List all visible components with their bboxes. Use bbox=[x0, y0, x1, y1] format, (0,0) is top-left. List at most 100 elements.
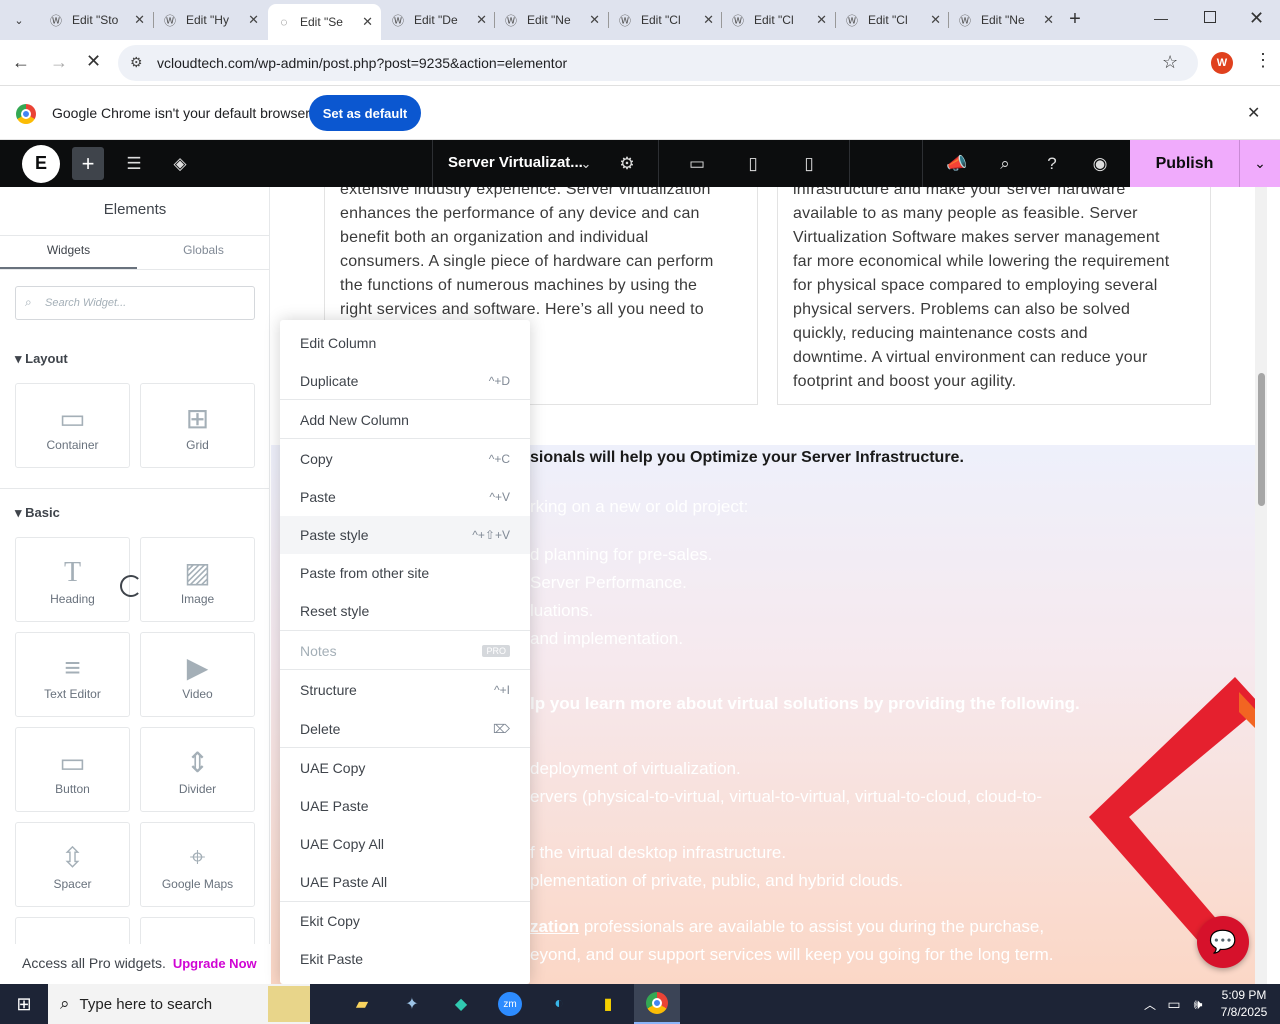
tab-globals[interactable]: Globals bbox=[137, 243, 270, 257]
widget-text-editor[interactable]: ≡ Text Editor bbox=[15, 632, 130, 717]
browser-tab[interactable]: Ⓦ Edit "Ne ✕ bbox=[495, 6, 608, 34]
browser-tab[interactable]: Ⓦ Edit "Hy ✕ bbox=[154, 6, 267, 34]
document-title[interactable]: Server Virtualizat... bbox=[448, 154, 583, 171]
context-menu-item[interactable]: Add New Column bbox=[280, 401, 530, 439]
basic-section-toggle[interactable]: ▾ Basic bbox=[15, 505, 60, 521]
whats-new-megaphone-icon[interactable]: 📣 bbox=[942, 140, 972, 187]
tray-chevron-up-icon[interactable]: ︿ bbox=[1138, 988, 1162, 1020]
browser-tab[interactable]: Ⓦ Edit "Cl ✕ bbox=[609, 6, 722, 34]
elementor-logo-icon[interactable]: E bbox=[22, 140, 60, 187]
edge-icon[interactable]: ◐ bbox=[539, 988, 579, 1020]
browser-tab[interactable]: Ⓦ Edit "Sto ✕ bbox=[40, 6, 153, 34]
tab-close-icon[interactable]: ✕ bbox=[589, 12, 600, 28]
tab-close-icon[interactable]: ✕ bbox=[476, 12, 487, 28]
tab-close-icon[interactable]: ✕ bbox=[248, 12, 259, 28]
context-menu-item[interactable]: Structure ^+I bbox=[280, 671, 530, 709]
widget-heading[interactable]: T Heading bbox=[15, 537, 130, 622]
stop-loading-icon[interactable]: ✕ bbox=[86, 51, 101, 72]
context-menu-item[interactable]: UAE Copy bbox=[280, 749, 530, 787]
new-tab-button[interactable]: + bbox=[1064, 8, 1086, 30]
preview-eye-icon[interactable]: ◉ bbox=[1085, 140, 1115, 187]
structure-layers-icon[interactable]: ◈ bbox=[164, 140, 196, 187]
tab-close-icon[interactable]: ✕ bbox=[816, 12, 827, 28]
add-element-icon[interactable]: + bbox=[72, 147, 104, 180]
context-menu-item[interactable]: UAE Paste All bbox=[280, 863, 530, 901]
context-menu-item[interactable]: UAE Paste bbox=[280, 787, 530, 825]
profile-avatar[interactable]: W bbox=[1211, 52, 1233, 74]
back-icon[interactable]: ← bbox=[12, 52, 30, 73]
volume-icon[interactable]: 🕪 bbox=[1186, 988, 1210, 1020]
context-menu-item[interactable]: Ekit Copy bbox=[280, 902, 530, 940]
app-icon[interactable]: ✦ bbox=[392, 988, 432, 1020]
address-bar[interactable]: ⚙ vcloudtech.com/wp-admin/post.php?post=… bbox=[118, 45, 1198, 81]
context-menu-item[interactable]: Reset style bbox=[280, 592, 530, 630]
upgrade-now-link[interactable]: Upgrade Now bbox=[173, 956, 257, 971]
publish-options-chevron-icon[interactable]: ⌄ bbox=[1239, 140, 1280, 187]
context-menu-item[interactable]: Notes PRO bbox=[280, 632, 530, 670]
site-settings-icon[interactable]: ☰ bbox=[118, 140, 150, 187]
tab-close-icon[interactable]: ✕ bbox=[362, 14, 373, 30]
widget-video[interactable]: ▶ Video bbox=[140, 632, 255, 717]
taskbar-clock[interactable]: 5:09 PM 7/8/2025 bbox=[1214, 987, 1274, 1021]
browser-tab[interactable]: Ⓦ Edit "De ✕ bbox=[382, 6, 495, 34]
help-icon[interactable]: ? bbox=[1037, 140, 1067, 187]
browser-tab[interactable]: Ⓦ Edit "Cl ✕ bbox=[722, 6, 835, 34]
search-widget-input[interactable]: ⌕ Search Widget... bbox=[15, 286, 255, 320]
right-text-card[interactable]: infrastructure and make your server hard… bbox=[777, 187, 1211, 405]
image-icon: ▨ bbox=[184, 557, 211, 588]
context-menu-item[interactable]: Ekit Paste bbox=[280, 940, 530, 978]
tab-widgets[interactable]: Widgets bbox=[0, 243, 137, 257]
app-icon[interactable]: ◆ bbox=[441, 988, 481, 1020]
inline-link[interactable]: zation bbox=[530, 917, 579, 936]
context-menu-item[interactable]: Paste ^+V bbox=[280, 478, 530, 516]
widget-google-maps[interactable]: ⌖ Google Maps bbox=[140, 822, 255, 907]
tab-close-icon[interactable]: ✕ bbox=[703, 12, 714, 28]
forward-icon[interactable]: → bbox=[50, 52, 68, 73]
context-menu-item[interactable]: Edit Column bbox=[280, 324, 530, 362]
sticky-notes-icon[interactable]: ▮ bbox=[588, 988, 628, 1020]
widget-grid[interactable]: ⊞ Grid bbox=[140, 383, 255, 468]
desktop-view-icon[interactable]: ▭ bbox=[682, 140, 712, 187]
browser-tab[interactable]: Ⓦ Edit "Ne ✕ bbox=[949, 6, 1062, 34]
taskbar-search-box[interactable]: ⌕ Type here to search bbox=[48, 984, 310, 1024]
widget-image[interactable]: ▨ Image bbox=[140, 537, 255, 622]
windows-start-icon[interactable]: ⊞ bbox=[4, 988, 44, 1020]
page-settings-gear-icon[interactable]: ⚙ bbox=[612, 140, 642, 187]
chevron-down-icon[interactable]: ⌄ bbox=[574, 140, 598, 187]
chrome-menu-icon[interactable]: ⋮ bbox=[1254, 50, 1272, 71]
widget-spacer[interactable]: ⇳ Spacer bbox=[15, 822, 130, 907]
infobar-close-icon[interactable]: ✕ bbox=[1247, 103, 1260, 123]
search-icon[interactable]: ⌕ bbox=[990, 140, 1020, 187]
widget-container[interactable]: ▭ Container bbox=[15, 383, 130, 468]
chrome-taskbar-icon[interactable] bbox=[634, 984, 680, 1024]
tab-search-icon[interactable]: ⌄ bbox=[8, 9, 30, 31]
tab-close-icon[interactable]: ✕ bbox=[1043, 12, 1054, 28]
restore-button[interactable] bbox=[1204, 11, 1216, 23]
context-menu-item[interactable]: Paste style ^+⇧+V bbox=[280, 516, 530, 554]
browser-tab[interactable]: ◌ Edit "Se ✕ bbox=[268, 4, 381, 40]
set-default-button[interactable]: Set as default bbox=[309, 95, 421, 131]
zoom-icon[interactable]: zm bbox=[490, 988, 530, 1020]
close-window-button[interactable]: ✕ bbox=[1249, 8, 1264, 29]
tab-close-icon[interactable]: ✕ bbox=[930, 12, 941, 28]
file-explorer-icon[interactable]: ▰ bbox=[342, 988, 382, 1020]
mobile-view-icon[interactable]: ▯ bbox=[794, 140, 824, 187]
site-info-icon[interactable]: ⚙ bbox=[130, 54, 143, 71]
tab-close-icon[interactable]: ✕ bbox=[134, 12, 145, 28]
context-menu-item[interactable]: Paste from other site bbox=[280, 554, 530, 592]
network-icon[interactable]: ▭ bbox=[1162, 988, 1186, 1020]
publish-button[interactable]: Publish bbox=[1130, 140, 1239, 187]
layout-section-toggle[interactable]: ▾ Layout bbox=[15, 351, 68, 367]
context-menu-item[interactable]: Copy ^+C bbox=[280, 440, 530, 478]
widget-button[interactable]: ▭ Button bbox=[15, 727, 130, 812]
browser-tab[interactable]: Ⓦ Edit "Cl ✕ bbox=[836, 6, 949, 34]
chat-bubble-icon[interactable]: 💬 bbox=[1197, 916, 1249, 968]
context-menu-item[interactable]: Delete ⌦ bbox=[280, 710, 530, 748]
context-menu-item[interactable]: UAE Copy All bbox=[280, 825, 530, 863]
minimize-button[interactable]: — bbox=[1154, 10, 1168, 26]
tablet-view-icon[interactable]: ▯ bbox=[738, 140, 768, 187]
context-menu-item[interactable]: Duplicate ^+D bbox=[280, 362, 530, 400]
canvas-scrollbar[interactable] bbox=[1255, 187, 1267, 984]
bookmark-star-icon[interactable]: ☆ bbox=[1162, 52, 1178, 73]
widget-divider[interactable]: ⇕ Divider bbox=[140, 727, 255, 812]
